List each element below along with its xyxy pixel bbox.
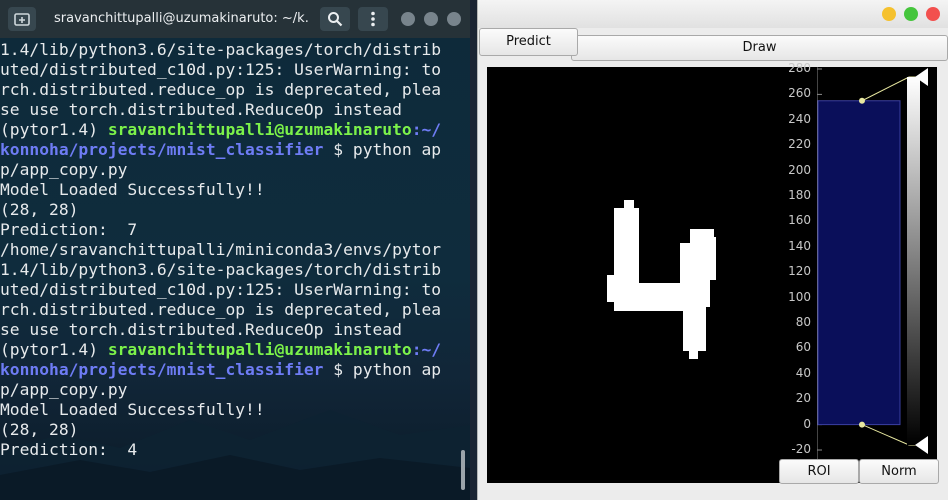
- predict-button[interactable]: Predict: [479, 28, 578, 56]
- axis-tick-label: -20: [791, 442, 811, 456]
- digit-stroke: [698, 237, 716, 280]
- region-handle-top[interactable]: [859, 97, 865, 104]
- terminal-line: (28, 28): [0, 420, 462, 440]
- terminal-line: 1.4/lib/python3.6/site-packages/torch/di…: [0, 260, 462, 280]
- axis-tick-label: 80: [795, 315, 811, 329]
- app-close-button[interactable]: [926, 7, 940, 21]
- terminal-scrollbar[interactable]: [461, 450, 465, 490]
- terminal-text: p/app_copy.py: [0, 160, 128, 179]
- norm-button[interactable]: Norm: [859, 459, 939, 484]
- digit-stroke: [614, 208, 639, 285]
- terminal-text: 1.4/lib/python3.6/site-packages/torch/di…: [0, 40, 442, 59]
- terminal-text: p/app_copy.py: [0, 380, 128, 399]
- terminal-text: uted/distributed_c10d.py:125: UserWarnin…: [0, 60, 442, 79]
- terminal-text: sravanchittupalli@uzumakinaruto: [107, 340, 412, 359]
- axis-tick-label: 40: [795, 365, 811, 380]
- terminal-output[interactable]: 1.4/lib/python3.6/site-packages/torch/di…: [0, 40, 462, 500]
- terminal-text: rch.distributed.reduce_op is deprecated,…: [0, 300, 442, 319]
- terminal-text: /home/sravanchittupalli/miniconda3/envs/…: [0, 240, 442, 259]
- terminal-text: konnoha/projects/mnist_classifier: [0, 360, 324, 379]
- terminal-line: p/app_copy.py: [0, 380, 462, 400]
- terminal-text: konnoha/projects/mnist_classifier: [0, 140, 324, 159]
- axis-tick-label: 60: [795, 340, 811, 355]
- terminal-title: sravanchittupalli@uzumakinaruto: ~/k...: [54, 11, 310, 26]
- terminal-text: Model Loaded Successfully!!: [0, 400, 265, 419]
- axis-tick-label: 220: [788, 137, 811, 152]
- kebab-menu-icon: [371, 11, 375, 27]
- terminal-text: :~/: [411, 340, 442, 359]
- terminal-line: 1.4/lib/python3.6/site-packages/torch/di…: [0, 40, 462, 60]
- terminal-line: (pytor1.4) sravanchittupalli@uzumakinaru…: [0, 120, 462, 140]
- terminal-line: /home/sravanchittupalli/miniconda3/envs/…: [0, 240, 462, 260]
- terminal-text: Prediction: 7: [0, 220, 138, 239]
- draw-button[interactable]: Draw: [571, 35, 948, 61]
- terminal-line: (pytor1.4) sravanchittupalli@uzumakinaru…: [0, 340, 462, 360]
- minimize-button[interactable]: [401, 12, 415, 26]
- terminal-line: Model Loaded Successfully!!: [0, 400, 462, 420]
- close-button[interactable]: [447, 12, 461, 26]
- app-window: Predict Draw 280 260 240 220 200 180 160…: [477, 0, 948, 500]
- terminal-text: 1.4/lib/python3.6/site-packages/torch/di…: [0, 260, 442, 279]
- terminal-line: p/app_copy.py: [0, 160, 462, 180]
- terminal-text: sravanchittupalli@uzumakinaruto: [107, 120, 412, 139]
- terminal-text: se use torch.distributed.ReduceOp instea…: [0, 320, 402, 339]
- terminal-line: konnoha/projects/mnist_classifier $ pyth…: [0, 140, 462, 160]
- terminal-text: :~/: [411, 120, 442, 139]
- terminal-text: (28, 28): [0, 200, 79, 219]
- new-tab-icon: [14, 13, 30, 26]
- menu-button[interactable]: [358, 7, 388, 31]
- terminal-text: se use torch.distributed.ReduceOp instea…: [0, 100, 402, 119]
- terminal-line: (28, 28): [0, 200, 462, 220]
- terminal-line: uted/distributed_c10d.py:125: UserWarnin…: [0, 280, 462, 300]
- axis-tick-label: 20: [795, 391, 811, 406]
- terminal-line: konnoha/projects/mnist_classifier $ pyth…: [0, 360, 462, 380]
- histogram-graphic: [816, 67, 928, 459]
- terminal-window: sravanchittupalli@uzumakinaruto: ~/k... …: [0, 0, 470, 500]
- histogram-region[interactable]: [817, 100, 901, 426]
- axis-tick-label: 0: [803, 416, 811, 431]
- region-handle-bottom[interactable]: [859, 421, 865, 428]
- gradient-bar[interactable]: [907, 77, 920, 445]
- axis-tick-label: 100: [788, 289, 811, 304]
- terminal-line: rch.distributed.reduce_op is deprecated,…: [0, 80, 462, 100]
- axis-tick-label: 140: [788, 238, 811, 253]
- terminal-line: se use torch.distributed.ReduceOp instea…: [0, 320, 462, 340]
- terminal-line: Prediction: 7: [0, 220, 462, 240]
- axis-tick-label: 120: [788, 264, 811, 279]
- terminal-line: Prediction: 4: [0, 440, 462, 460]
- app-minimize-button[interactable]: [882, 7, 896, 21]
- terminal-header: sravanchittupalli@uzumakinaruto: ~/k...: [0, 0, 470, 38]
- digit-stroke: [689, 347, 698, 359]
- search-icon: [328, 12, 343, 27]
- axis-tick-label: 260: [788, 86, 811, 101]
- terminal-line: se use torch.distributed.ReduceOp instea…: [0, 100, 462, 120]
- terminal-text: (28, 28): [0, 420, 79, 439]
- terminal-text: $ python ap: [323, 360, 442, 379]
- axis-tick-label: 200: [788, 162, 811, 177]
- axis-tick-label: 280: [788, 61, 811, 75]
- terminal-text: $ python ap: [323, 140, 442, 159]
- terminal-text: Model Loaded Successfully!!: [0, 180, 265, 199]
- digit-stroke: [683, 305, 706, 351]
- maximize-button[interactable]: [424, 12, 438, 26]
- digit-stroke: [614, 283, 689, 311]
- terminal-text: Prediction: 4: [0, 440, 138, 459]
- axis-tick-label: 240: [788, 111, 811, 126]
- histogram-panel[interactable]: [816, 67, 928, 459]
- axis-tick-label: 160: [788, 213, 811, 228]
- terminal-line: Model Loaded Successfully!!: [0, 180, 462, 200]
- terminal-text: (pytor1.4): [0, 120, 108, 139]
- axis-tick-label: 180: [788, 188, 811, 202]
- terminal-line: rch.distributed.reduce_op is deprecated,…: [0, 300, 462, 320]
- new-tab-button[interactable]: [8, 7, 36, 31]
- app-titlebar: [478, 0, 948, 28]
- app-maximize-button[interactable]: [904, 7, 918, 21]
- terminal-text: uted/distributed_c10d.py:125: UserWarnin…: [0, 280, 442, 299]
- terminal-text: rch.distributed.reduce_op is deprecated,…: [0, 80, 442, 99]
- terminal-line: uted/distributed_c10d.py:125: UserWarnin…: [0, 60, 462, 80]
- terminal-text: (pytor1.4): [0, 340, 108, 359]
- search-button[interactable]: [320, 7, 350, 31]
- roi-button[interactable]: ROI: [779, 459, 859, 484]
